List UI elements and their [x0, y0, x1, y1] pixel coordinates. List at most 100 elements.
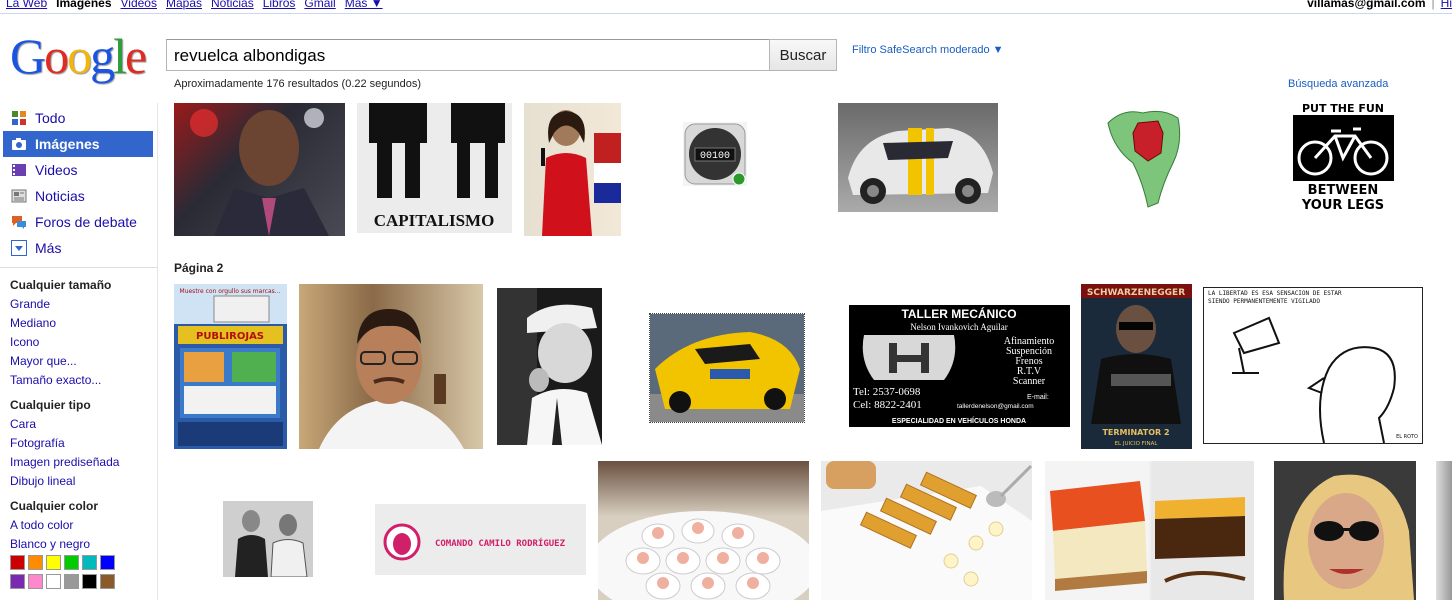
- filter-type-fotografia[interactable]: Fotografía: [10, 436, 65, 450]
- put-fun-bottom-2: YOUR LEGS: [1301, 198, 1384, 213]
- camera-icon: [11, 136, 27, 152]
- taller-title: TALLER MECÁNICO: [901, 306, 1016, 321]
- nav-item-mas[interactable]: Más: [3, 235, 153, 261]
- search-input[interactable]: revuelca albondigas: [166, 39, 770, 71]
- page-2-label: Página 2: [174, 261, 224, 275]
- color-swatch[interactable]: [28, 574, 43, 589]
- results-count: Aproximadamente 176 resultados (0.22 seg…: [174, 78, 422, 90]
- result-image-dessert-cups[interactable]: [598, 461, 809, 600]
- comic-text: LA LIBERTAD ES ESA SENSACIÓN DE ESTAR SI…: [1208, 290, 1342, 305]
- result-image-taller[interactable]: TALLER MECÁNICO Nelson Ivankovich Aguila…: [849, 305, 1070, 427]
- top-nav-item[interactable]: Noticias: [211, 0, 254, 10]
- color-swatch[interactable]: [64, 555, 79, 570]
- nav-item-todo[interactable]: Todo: [3, 105, 153, 131]
- result-image-yellow-car[interactable]: [649, 313, 805, 423]
- cookie-sticks-photo: [821, 461, 1032, 600]
- nav-item-videos[interactable]: Videos: [3, 157, 153, 183]
- top-nav-item[interactable]: Mapas: [166, 0, 202, 10]
- top-right-link[interactable]: Hi: [1441, 0, 1452, 10]
- nav-item-imagenes[interactable]: Imágenes: [3, 131, 153, 157]
- color-swatch[interactable]: [82, 555, 97, 570]
- terminator-top-text: SCHWARZENEGGER: [1087, 288, 1185, 298]
- color-swatch[interactable]: [64, 574, 79, 589]
- top-nav-item[interactable]: Libros: [263, 0, 296, 10]
- color-swatch[interactable]: [10, 574, 25, 589]
- top-nav-item[interactable]: Imágenes: [56, 0, 111, 10]
- taller-cel: Cel: 8822-2401: [853, 399, 922, 411]
- advanced-search-link[interactable]: Búsqueda avanzada: [1288, 78, 1388, 90]
- taller-tel: Tel: 2537-0698: [853, 386, 921, 398]
- filter-color-heading[interactable]: Cualquier color: [10, 499, 98, 513]
- color-swatch[interactable]: [46, 555, 61, 570]
- logo-letter: l: [113, 28, 127, 84]
- result-image-comando[interactable]: COMANDO CAMILO RODRÍGUEZ: [375, 504, 586, 575]
- filter-type-predisenada[interactable]: Imagen prediseñada: [10, 455, 119, 469]
- color-swatch[interactable]: [28, 555, 43, 570]
- woman-sunglasses-photo: [1283, 474, 1414, 600]
- result-image-race-car[interactable]: [838, 103, 998, 212]
- filter-size-exacto[interactable]: Tamaño exacto...: [10, 373, 101, 387]
- result-image-fist-map[interactable]: [1103, 103, 1199, 209]
- result-image-woman-red[interactable]: [524, 103, 621, 236]
- result-image-comic[interactable]: LA LIBERTAD ES ESA SENSACIÓN DE ESTAR SI…: [1203, 287, 1423, 444]
- search-button[interactable]: Buscar: [769, 39, 837, 71]
- account-area: villamas@gmail.com | Hi: [1307, 0, 1452, 10]
- top-nav-item[interactable]: Videos: [121, 0, 157, 10]
- filter-type-cara[interactable]: Cara: [10, 417, 36, 431]
- two-men-photo: [223, 501, 313, 577]
- google-logo[interactable]: Google: [10, 28, 147, 84]
- filter-type-dibujo[interactable]: Dibujo lineal: [10, 474, 75, 488]
- color-swatch[interactable]: [100, 555, 115, 570]
- comic-signature: EL ROTO: [1396, 434, 1418, 440]
- filter-size-mediano[interactable]: Mediano: [10, 316, 56, 330]
- top-nav-item[interactable]: La Web: [6, 0, 47, 10]
- left-sidebar: Todo Imágenes Videos Noticias Foros de d…: [0, 103, 158, 600]
- taller-card: TALLER MECÁNICO Nelson Ivankovich Aguila…: [853, 306, 1054, 425]
- result-image-old-man[interactable]: [497, 288, 602, 445]
- nav-label: Todo: [35, 110, 66, 126]
- top-nav-item[interactable]: Más ▼: [345, 0, 383, 10]
- result-image-woman-sunglasses[interactable]: [1274, 461, 1416, 600]
- filter-color-bw[interactable]: Blanco y negro: [10, 537, 90, 551]
- filter-color-full[interactable]: A todo color: [10, 518, 73, 532]
- news-icon: [11, 188, 27, 204]
- result-image-counter[interactable]: 00100: [683, 122, 747, 186]
- nav-item-noticias[interactable]: Noticias: [3, 183, 153, 209]
- nav-item-foros[interactable]: Foros de debate: [3, 209, 153, 235]
- result-image-put-the-fun[interactable]: PUT THE FUN BETWEEN YOUR LEGS: [1291, 103, 1396, 213]
- cheesecake-photo: [1045, 461, 1254, 600]
- result-image-man-glasses[interactable]: [299, 284, 483, 449]
- honda-logo: [862, 335, 956, 380]
- color-swatch[interactable]: [82, 574, 97, 589]
- logo-letter: G: [10, 28, 46, 84]
- top-nav-item[interactable]: Gmail: [304, 0, 335, 10]
- color-swatch[interactable]: [100, 574, 115, 589]
- separator: |: [1431, 0, 1435, 10]
- nav-label: Videos: [35, 162, 78, 178]
- result-image-two-men[interactable]: [223, 501, 313, 577]
- filter-size-icono[interactable]: Icono: [10, 335, 39, 349]
- filter-size-heading[interactable]: Cualquier tamaño: [10, 278, 111, 292]
- result-image-flyer[interactable]: Muestre con orgullo sus marcas... PUBLIR…: [174, 284, 287, 449]
- result-image-man-suit[interactable]: [174, 103, 345, 236]
- color-swatch[interactable]: [10, 555, 25, 570]
- old-man-photo: [497, 288, 602, 445]
- logo-letter: g: [90, 28, 115, 84]
- woman-red-photo: [541, 110, 621, 236]
- taller-footer: ESPECIALIDAD EN VEHÍCULOS HONDA: [892, 416, 1026, 425]
- result-image-cookie-sticks[interactable]: [821, 461, 1032, 600]
- top-bar: La Web Imágenes Videos Mapas Noticias Libros G…: [0, 0, 1452, 14]
- result-image-capitalismo[interactable]: CAPITALISMO: [357, 103, 512, 233]
- result-image-cheesecake[interactable]: [1045, 461, 1254, 600]
- logo-letter: e: [125, 28, 147, 84]
- filter-size-mayor[interactable]: Mayor que...: [10, 354, 77, 368]
- result-image-partial[interactable]: [1436, 461, 1452, 600]
- race-car-photo: [848, 128, 993, 204]
- filter-size-grande[interactable]: Grande: [10, 297, 50, 311]
- safesearch-link[interactable]: Filtro SafeSearch moderado ▼: [852, 44, 1004, 56]
- color-swatch[interactable]: [46, 574, 61, 589]
- account-email[interactable]: villamas@gmail.com: [1307, 0, 1425, 10]
- put-fun-top-text: PUT THE FUN: [1302, 103, 1384, 115]
- result-image-terminator[interactable]: SCHWARZENEGGER TERMINATOR 2 EL JUICIO FI…: [1081, 284, 1192, 449]
- filter-type-heading[interactable]: Cualquier tipo: [10, 398, 91, 412]
